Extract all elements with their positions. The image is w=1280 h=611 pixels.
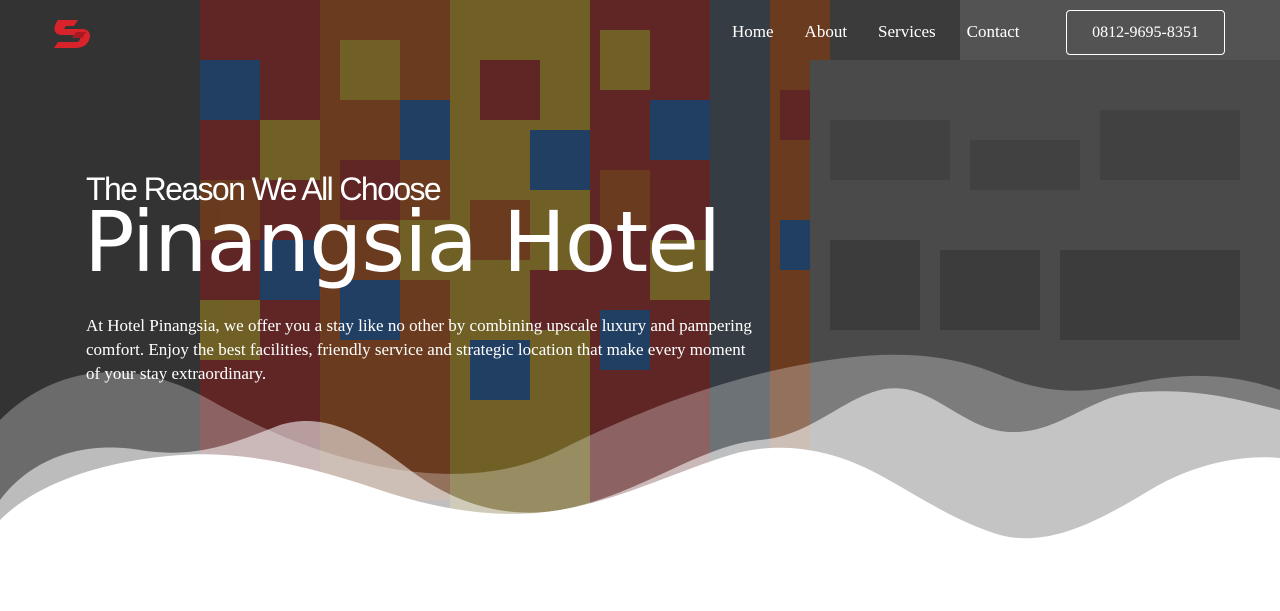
hero-section: Home About Services Contact 0812-9695-83… — [0, 0, 1280, 611]
hero-wave-divider — [0, 354, 1280, 611]
